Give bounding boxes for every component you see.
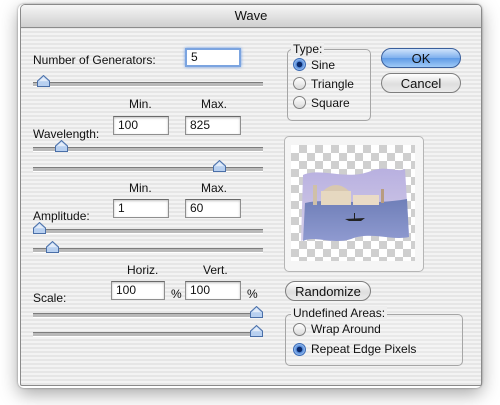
undefined-areas-legend: Undefined Areas:: [291, 306, 388, 320]
square-label[interactable]: Square: [311, 96, 350, 110]
amplitude-min-slider-thumb[interactable]: [33, 222, 46, 234]
scale-horiz-header: Horiz.: [127, 263, 159, 277]
amplitude-label: Amplitude:: [33, 209, 90, 223]
wavelength-max-slider-thumb[interactable]: [213, 160, 227, 172]
scale-horiz-slider-thumb[interactable]: [250, 306, 263, 318]
scale-vert-field[interactable]: 100: [185, 281, 241, 300]
wavelength-min-slider-thumb[interactable]: [54, 140, 68, 152]
wavelength-label: Wavelength:: [33, 127, 100, 141]
randomize-button[interactable]: Randomize: [285, 281, 371, 301]
wavelength-max-slider-track[interactable]: [33, 167, 263, 172]
scale-horiz-unit: %: [171, 287, 182, 301]
scale-vert-header: Vert.: [203, 263, 228, 277]
square-radio[interactable]: [293, 96, 306, 109]
amplitude-min-slider-track[interactable]: [33, 229, 263, 234]
amplitude-max-header: Max.: [201, 181, 228, 195]
generators-slider-track[interactable]: [33, 82, 263, 87]
sine-radio[interactable]: [293, 58, 306, 71]
wrap-around-radio[interactable]: [293, 323, 306, 336]
generators-field[interactable]: 5: [185, 48, 241, 67]
scale-vert-slider-track[interactable]: [33, 332, 263, 337]
wrap-around-label[interactable]: Wrap Around: [311, 322, 381, 336]
triangle-radio[interactable]: [293, 77, 306, 90]
scale-vert-slider-thumb[interactable]: [250, 325, 263, 337]
triangle-label[interactable]: Triangle: [311, 77, 354, 91]
type-legend: Type:: [291, 42, 325, 56]
title-bar[interactable]: Wave: [21, 5, 481, 28]
repeat-edge-pixels-radio[interactable]: [293, 343, 306, 356]
wavelength-min-field[interactable]: 100: [113, 116, 169, 135]
scale-horiz-field[interactable]: 100: [111, 281, 165, 300]
amplitude-max-slider-track[interactable]: [33, 248, 263, 253]
wavelength-max-header: Max.: [201, 97, 228, 111]
ok-button[interactable]: OK: [381, 48, 461, 68]
sine-label[interactable]: Sine: [311, 58, 335, 72]
amplitude-max-slider-thumb[interactable]: [46, 241, 60, 253]
amplitude-max-field[interactable]: 60: [185, 199, 241, 218]
dialog-title: Wave: [234, 8, 268, 23]
scale-horiz-slider-track[interactable]: [33, 313, 263, 318]
wave-dialog: Wave Number of Generators: 5 Min. Max. W…: [20, 4, 482, 386]
scale-vert-unit: %: [247, 287, 258, 301]
amplitude-min-field[interactable]: 1: [113, 199, 169, 218]
cancel-button[interactable]: Cancel: [381, 73, 461, 93]
wave-preview-image: [301, 168, 409, 241]
generators-label: Number of Generators:: [33, 53, 156, 67]
wavelength-min-header: Min.: [129, 97, 152, 111]
repeat-edge-pixels-label[interactable]: Repeat Edge Pixels: [311, 342, 416, 356]
scale-label: Scale:: [33, 291, 67, 305]
generators-slider-thumb[interactable]: [37, 75, 51, 87]
amplitude-min-header: Min.: [129, 181, 152, 195]
wavelength-max-field[interactable]: 825: [185, 116, 241, 135]
